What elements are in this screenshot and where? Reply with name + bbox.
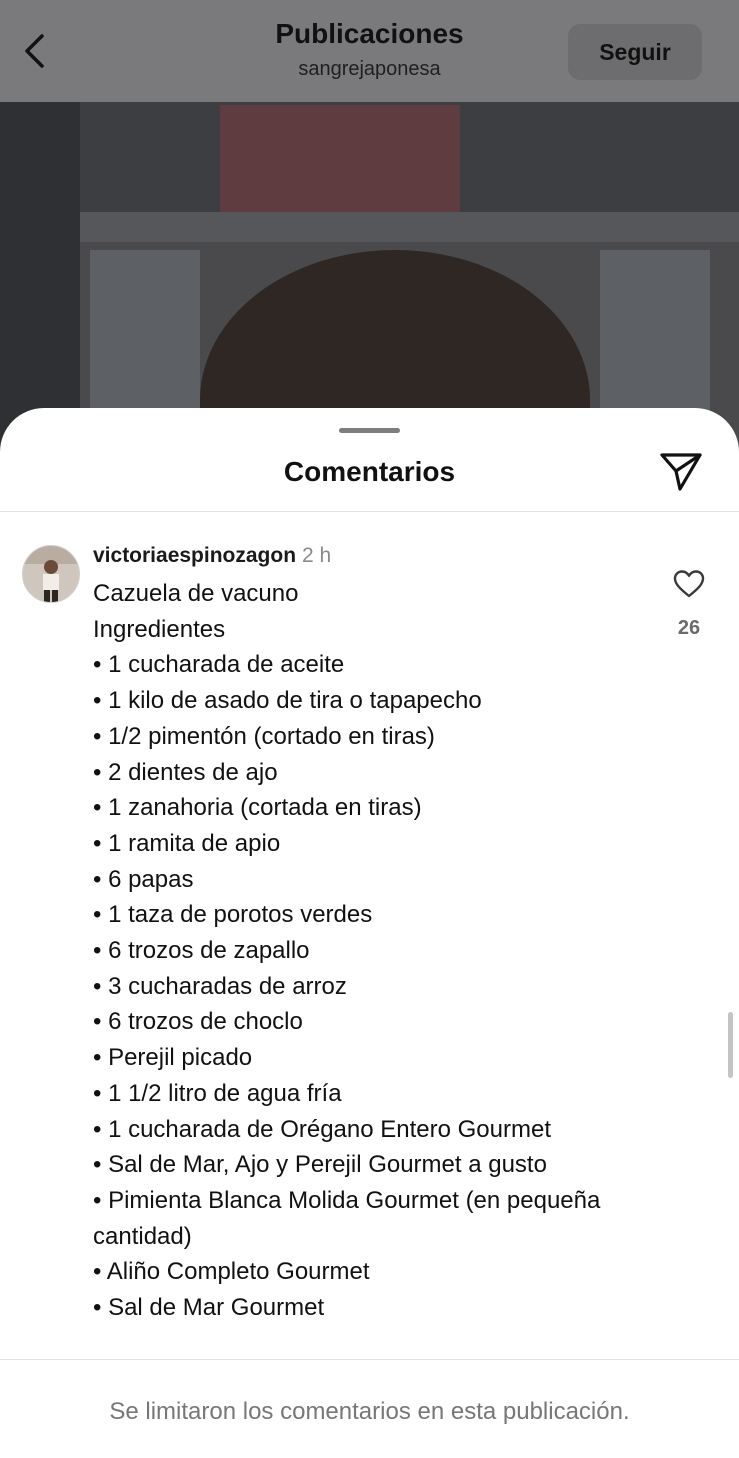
heart-icon[interactable]	[673, 569, 705, 599]
photo-window	[90, 250, 200, 420]
comment-author[interactable]: victoriaespinozagon 2 h	[93, 544, 331, 568]
comments-limited-notice: Se limitaron los comentarios en esta pub…	[109, 1398, 630, 1425]
sheet-drag-handle[interactable]	[339, 428, 400, 433]
comment-line: Cazuela de vacuno	[93, 580, 299, 607]
photo-window	[600, 250, 710, 420]
comment-line: • 1 1/2 litro de agua fría	[93, 1079, 342, 1107]
comment-timestamp: 2 h	[302, 544, 332, 567]
comment-line: • 2 dientes de ajo	[93, 758, 278, 786]
comment-line: • 1/2 pimentón (cortado en tiras)	[93, 722, 435, 750]
like-count: 26	[677, 617, 701, 639]
comment-text: Cazuela de vacuno Ingredientes • 1 cuchara…	[93, 576, 663, 1326]
comment-line: Ingredientes	[93, 615, 226, 643]
sheet-header-divider	[0, 511, 739, 512]
photo-shelf-rail	[0, 212, 739, 242]
comments-title: Comentarios	[283, 456, 456, 487]
comment-line: cantidad)	[93, 1222, 192, 1250]
comment-line: • 1 cucharada de Orégano Entero Gourmet	[93, 1115, 552, 1143]
comment-line: • 1 ramita de apio	[93, 829, 281, 857]
photo-object	[220, 105, 460, 215]
avatar[interactable]	[22, 545, 80, 603]
comment-line: • 6 trozos de zapallo	[93, 937, 310, 965]
comment-line: • 1 taza de porotos verdes	[93, 901, 373, 929]
comment-line: • 1 zanahoria (cortada en tiras)	[93, 794, 422, 822]
comment-line: • 6 trozos de choclo	[93, 1008, 303, 1036]
scrollbar[interactable]	[728, 1012, 733, 1078]
comment-line: • Sal de Mar, Ajo y Perejil Gourmet a gu…	[93, 1151, 547, 1179]
comments-sheet: Comentarios victoriaespinozagon 2 h Cazue…	[0, 408, 739, 1458]
comment-line: • Aliño Completo Gourmet	[93, 1258, 370, 1286]
comment-line: • 3 cucharadas de arroz	[93, 972, 347, 1000]
follow-button[interactable]: Seguir	[568, 24, 702, 80]
paper-plane-icon[interactable]	[658, 451, 704, 493]
comment-author-name[interactable]: victoriaespinozagon	[93, 544, 296, 567]
avatar-image	[23, 546, 79, 602]
comment-line: • 1 kilo de asado de tira o tapapecho	[93, 687, 482, 715]
top-navigation-bar: Publicaciones sangrejaponesa Seguir	[0, 0, 739, 102]
footer-divider	[0, 1359, 739, 1360]
comment-line: • Pimienta Blanca Molida Gourmet (en peq…	[93, 1186, 601, 1214]
comment-line: • Perejil picado	[93, 1044, 253, 1072]
comment-line: • 6 papas	[93, 865, 194, 893]
comment-line: • Sal de Mar Gourmet	[93, 1294, 325, 1322]
comment-line: • 1 cucharada de aceite	[93, 651, 345, 679]
